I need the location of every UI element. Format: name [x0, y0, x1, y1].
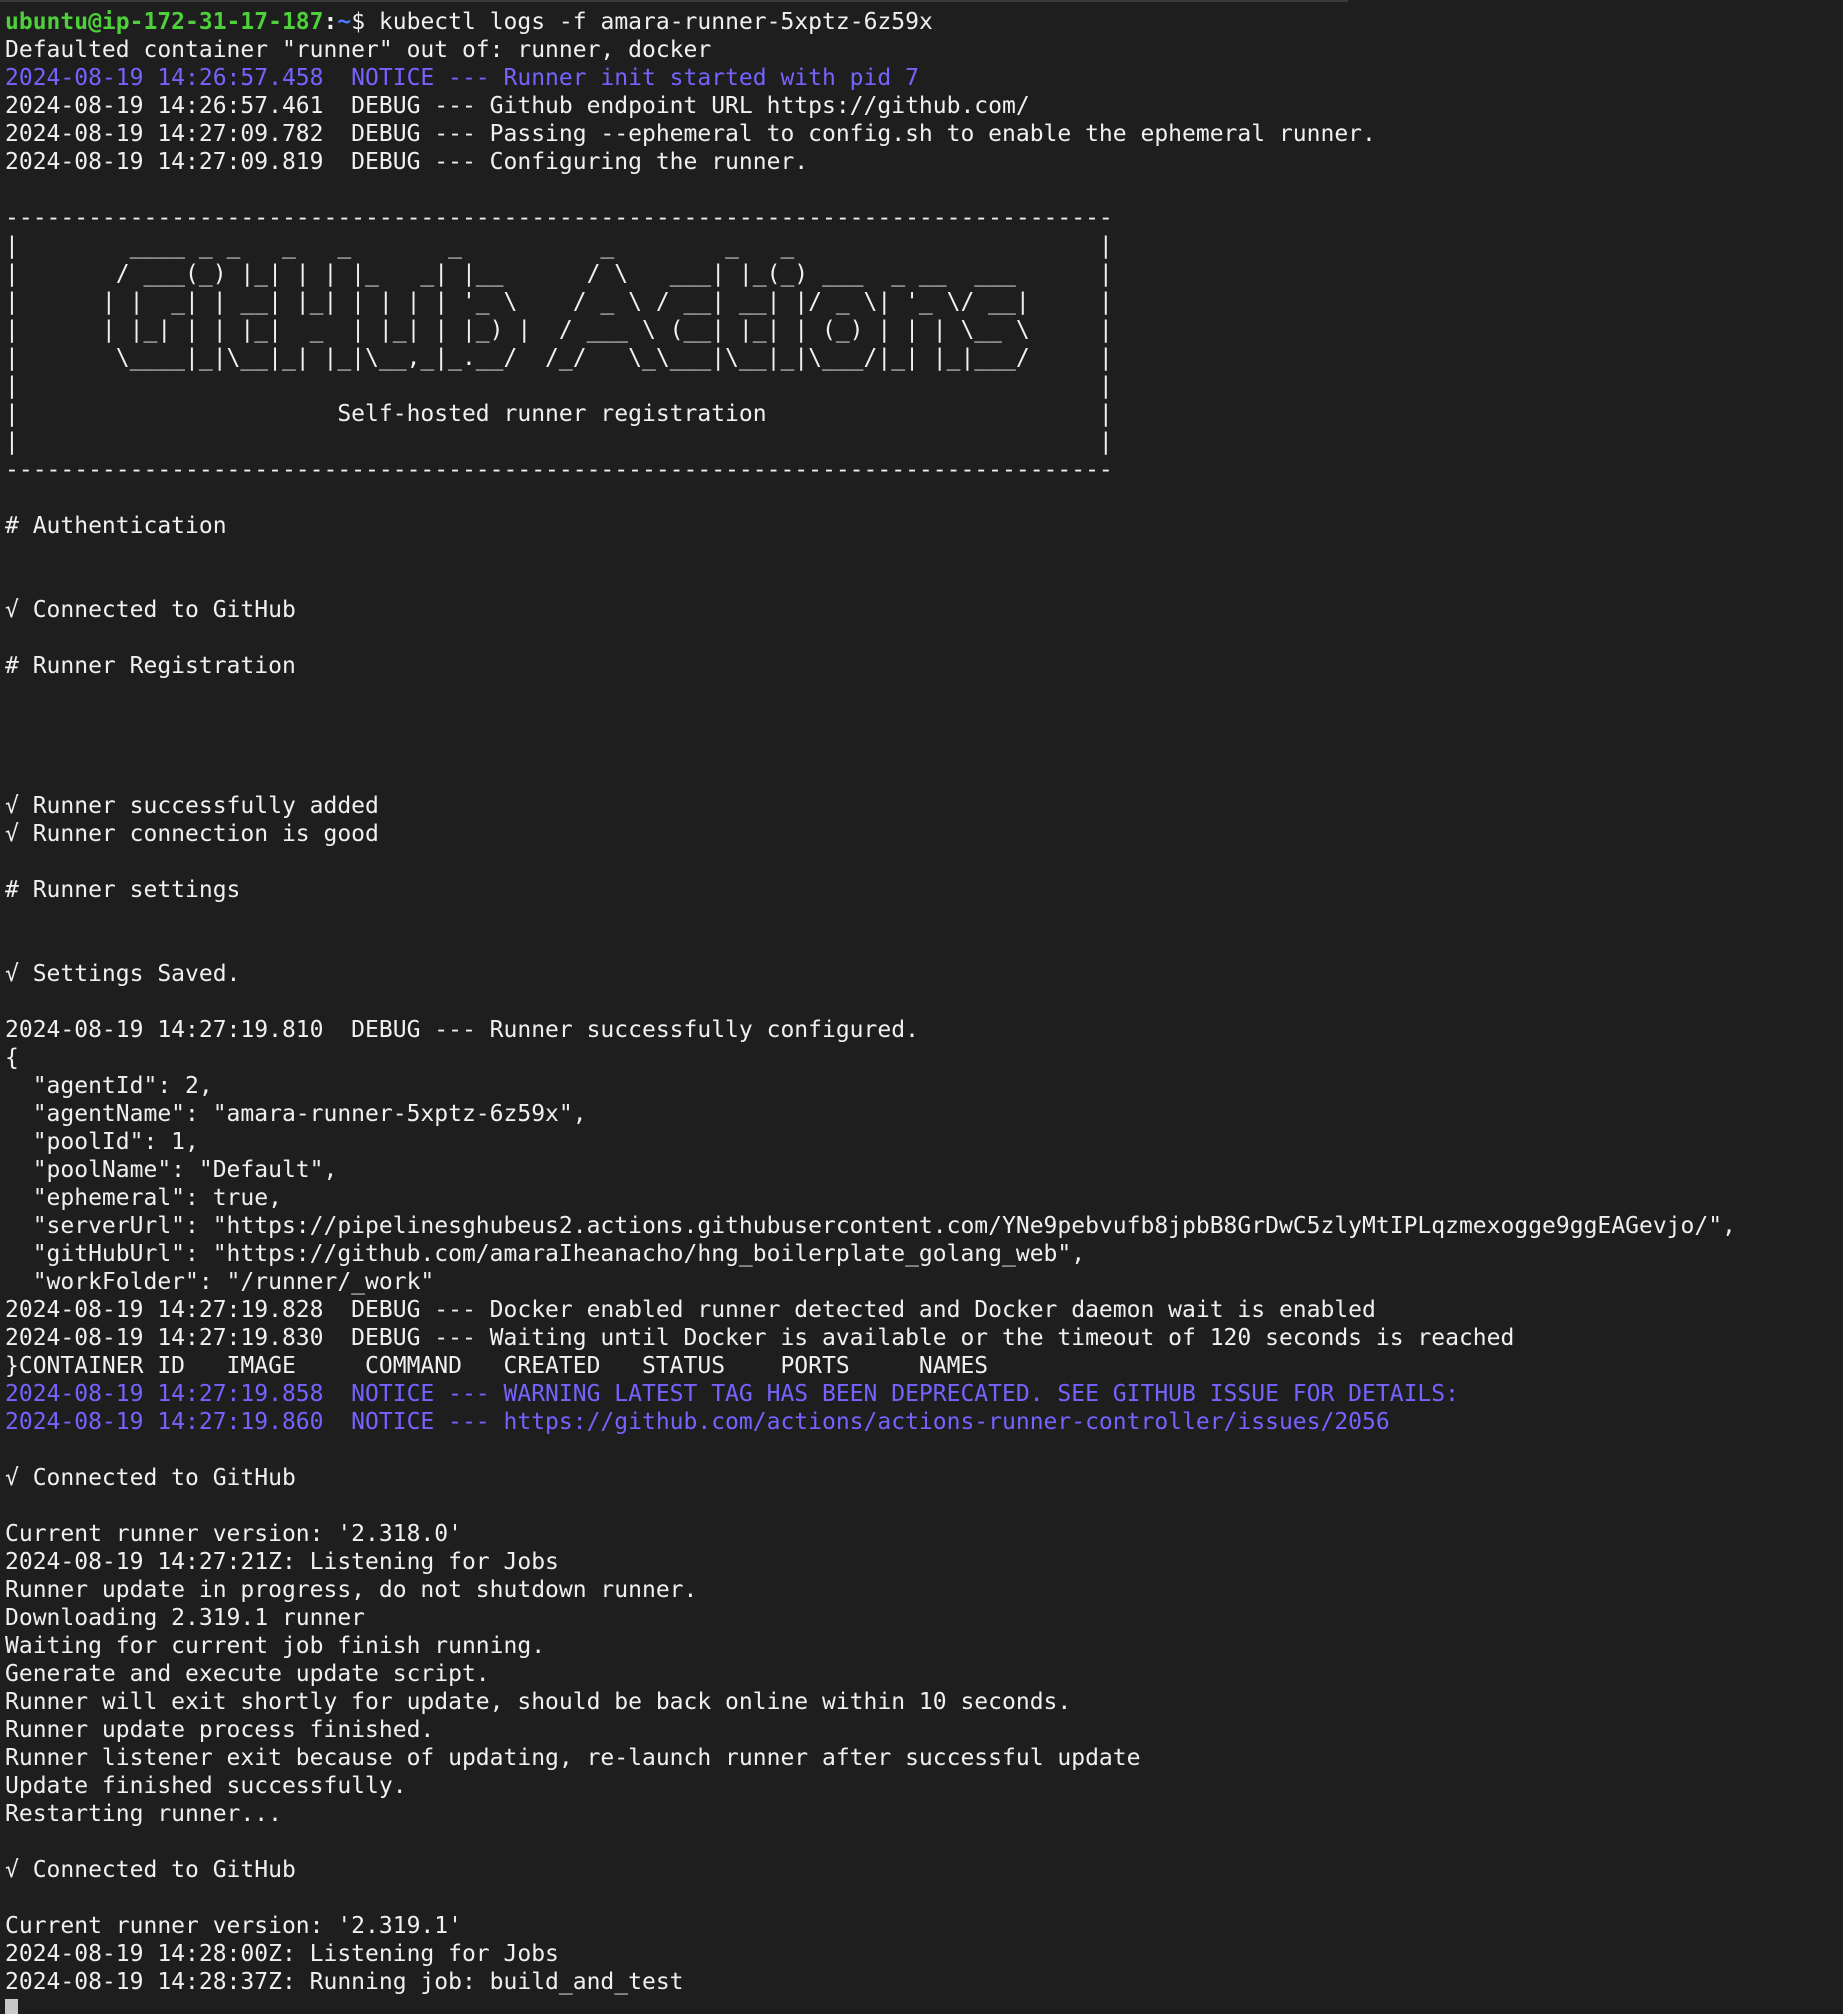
log-line: | ____ _ _ _ _ _ _ _ _ | — [5, 233, 1113, 259]
log-line: "workFolder": "/runner/_work" — [5, 1269, 435, 1295]
log-line: | | |_| | | |_| _ | |_| | |_) | / ___ \ … — [5, 317, 1113, 343]
log-line: # Runner settings — [5, 877, 241, 903]
cursor-line — [5, 1996, 1843, 2014]
log-line: Runner listener exit because of updating… — [5, 1745, 1141, 1771]
log-line: 2024-08-19 14:27:09.782 DEBUG --- Passin… — [5, 121, 1376, 147]
log-line: "poolName": "Default", — [5, 1157, 338, 1183]
text-cursor — [5, 1999, 18, 2014]
log-line: { — [5, 1045, 19, 1071]
log-line: Update finished successfully. — [5, 1773, 407, 1799]
log-line: Defaulted container "runner" out of: run… — [5, 37, 712, 63]
log-line: 2024-08-19 14:27:19.810 DEBUG --- Runner… — [5, 1017, 919, 1043]
window-top-edge — [0, 0, 1348, 2]
log-line: "ephemeral": true, — [5, 1185, 282, 1211]
prompt-separator: : — [323, 9, 338, 35]
log-line: | \____|_|\__|_| |_|\__,_|_.__/ /_/ \_\_… — [5, 345, 1113, 371]
log-line: ----------------------------------------… — [5, 205, 1113, 231]
log-line: "serverUrl": "https://pipelinesghubeus2.… — [5, 1213, 1736, 1239]
log-line: √ Settings Saved. — [5, 961, 241, 987]
log-line: Runner update in progress, do not shutdo… — [5, 1577, 698, 1603]
log-line: | | — [5, 429, 1113, 455]
log-line: √ Runner successfully added — [5, 793, 379, 819]
log-line-notice: 2024-08-19 14:26:57.458 NOTICE --- Runne… — [5, 65, 919, 91]
log-line: Current runner version: '2.319.1' — [5, 1913, 462, 1939]
command-text: kubectl logs -f amara-runner-5xptz-6z59x — [378, 9, 933, 35]
log-line: 2024-08-19 14:27:19.828 DEBUG --- Docker… — [5, 1297, 1376, 1323]
log-line: | | | _| | __| |_| | | | | '_ \ / _ \ / … — [5, 289, 1113, 315]
prompt-symbol: $ — [351, 9, 379, 35]
log-line: Restarting runner... — [5, 1801, 282, 1827]
log-line-notice: 2024-08-19 14:27:19.858 NOTICE --- WARNI… — [5, 1381, 1459, 1407]
log-line: "agentId": 2, — [5, 1073, 213, 1099]
log-line: 2024-08-19 14:28:37Z: Running job: build… — [5, 1969, 684, 1995]
log-line: 2024-08-19 14:27:09.819 DEBUG --- Config… — [5, 149, 809, 175]
log-line: Runner will exit shortly for update, sho… — [5, 1689, 1072, 1715]
log-lines: Defaulted container "runner" out of: run… — [5, 36, 1843, 1996]
log-line: "poolId": 1, — [5, 1129, 199, 1155]
log-line: "agentName": "amara-runner-5xptz-6z59x", — [5, 1101, 587, 1127]
log-line: 2024-08-19 14:28:00Z: Listening for Jobs — [5, 1941, 559, 1967]
log-line: Downloading 2.319.1 runner — [5, 1605, 366, 1631]
log-line: Runner update process finished. — [5, 1717, 435, 1743]
log-line: Waiting for current job finish running. — [5, 1633, 546, 1659]
prompt-user-host: ubuntu@ip-172-31-17-187 — [5, 9, 324, 35]
log-line: √ Runner connection is good — [5, 821, 379, 847]
log-line: 2024-08-19 14:27:21Z: Listening for Jobs — [5, 1549, 559, 1575]
log-line: 2024-08-19 14:26:57.461 DEBUG --- Github… — [5, 93, 1030, 119]
log-line: "gitHubUrl": "https://github.com/amaraIh… — [5, 1241, 1086, 1267]
log-line: √ Connected to GitHub — [5, 1465, 296, 1491]
log-line: # Authentication — [5, 513, 227, 539]
log-line-notice: 2024-08-19 14:27:19.860 NOTICE --- https… — [5, 1409, 1390, 1435]
prompt-path: ~ — [337, 9, 352, 35]
log-line: 2024-08-19 14:27:19.830 DEBUG --- Waitin… — [5, 1325, 1515, 1351]
log-line: # Runner Registration — [5, 653, 296, 679]
log-line: √ Connected to GitHub — [5, 1857, 296, 1883]
terminal-output: ubuntu@ip-172-31-17-187:~$ kubectl logs … — [5, 8, 1843, 2014]
log-line: | | — [5, 373, 1113, 399]
log-line: | / ___(_) |_| | | |_ _| |__ / \ ___| |_… — [5, 261, 1113, 287]
log-line: Current runner version: '2.318.0' — [5, 1521, 462, 1547]
log-line: √ Connected to GitHub — [5, 597, 296, 623]
log-line: ----------------------------------------… — [5, 457, 1113, 483]
log-line: }CONTAINER ID IMAGE COMMAND CREATED STAT… — [5, 1353, 989, 1379]
log-line: | Self-hosted runner registration | — [5, 401, 1113, 427]
terminal-window[interactable]: ubuntu@ip-172-31-17-187:~$ kubectl logs … — [0, 0, 1843, 2014]
prompt-line: ubuntu@ip-172-31-17-187:~$ kubectl logs … — [5, 8, 1843, 36]
log-line: Generate and execute update script. — [5, 1661, 490, 1687]
